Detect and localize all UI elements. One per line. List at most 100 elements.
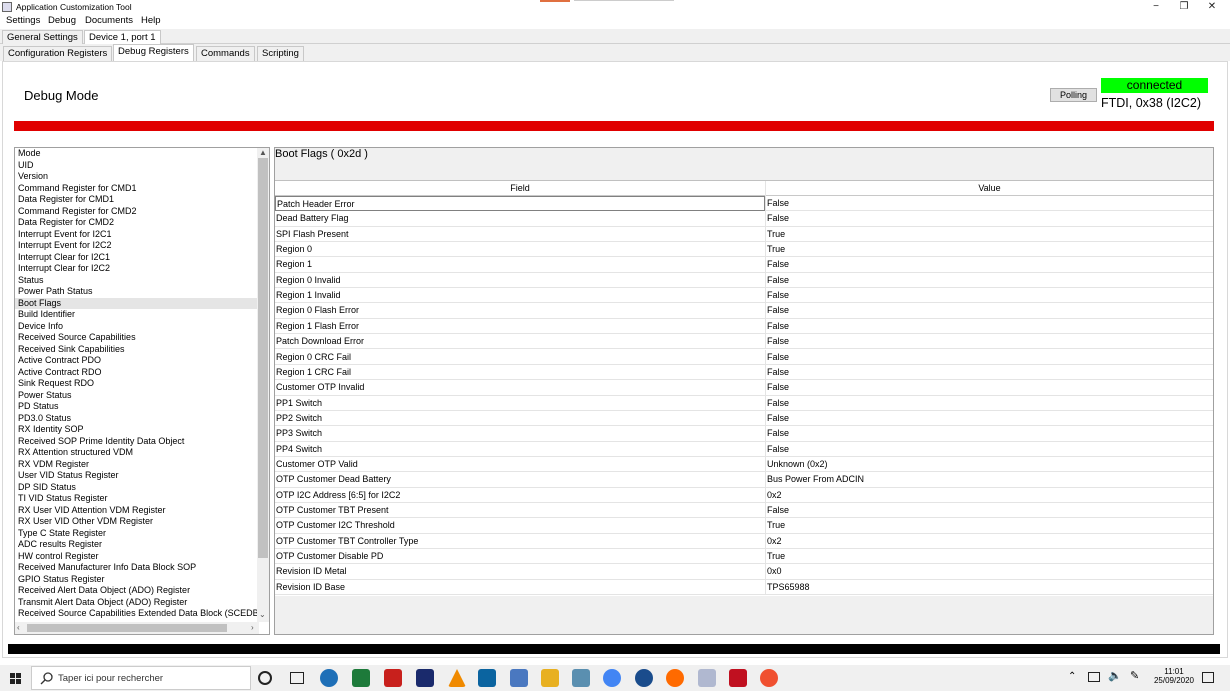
value-cell[interactable]: False <box>765 364 1213 380</box>
register-list-item[interactable]: Interrupt Clear for I2C2 <box>15 263 259 275</box>
value-cell[interactable]: True <box>765 242 1213 258</box>
value-cell[interactable]: Unknown (0x2) <box>765 456 1213 472</box>
tab-scripting[interactable]: Scripting <box>257 46 304 61</box>
register-list-item[interactable]: Build Identifier <box>15 309 259 321</box>
table-row[interactable]: Customer OTP Invalid False <box>275 380 1213 396</box>
value-cell[interactable]: True <box>765 549 1213 565</box>
cortana-icon[interactable] <box>258 671 272 685</box>
value-cell[interactable]: False <box>765 441 1213 457</box>
horizontal-scroll-thumb[interactable] <box>27 624 227 632</box>
field-cell[interactable]: Customer OTP Valid <box>275 457 765 472</box>
value-cell[interactable]: False <box>765 410 1213 426</box>
app-icon-6[interactable] <box>698 669 716 687</box>
register-list-item[interactable]: Received Manufacturer Info Data Block SO… <box>15 562 259 574</box>
field-cell[interactable]: OTP I2C Address [6:5] for I2C2 <box>275 488 765 503</box>
field-cell[interactable]: OTP Customer Disable PD <box>275 549 765 564</box>
vertical-scroll-thumb[interactable] <box>258 158 268 558</box>
value-cell[interactable]: False <box>765 303 1213 319</box>
network-icon[interactable] <box>1088 672 1100 682</box>
tab-debug-registers[interactable]: Debug Registers <box>113 44 194 61</box>
table-row[interactable]: OTP Customer TBT Present False <box>275 503 1213 519</box>
table-row[interactable]: OTP I2C Address [6:5] for I2C2 0x2 <box>275 487 1213 503</box>
value-cell[interactable]: False <box>765 334 1213 350</box>
table-row[interactable]: PP2 Switch False <box>275 410 1213 427</box>
register-list-item[interactable]: Received Source Capabilities <box>15 332 259 344</box>
field-cell[interactable]: Patch Header Error <box>275 196 765 211</box>
vlc-icon[interactable] <box>448 669 466 687</box>
register-list-item[interactable]: Sink Request RDO <box>15 378 259 390</box>
excel-icon[interactable] <box>352 669 370 687</box>
register-list-item[interactable]: Received Source Capabilities Extended Da… <box>15 608 259 620</box>
file-explorer-icon[interactable] <box>541 669 559 687</box>
table-row[interactable]: PP3 Switch False <box>275 426 1213 442</box>
register-list-item[interactable]: Boot Flags <box>15 297 259 309</box>
field-cell[interactable]: Region 1 Flash Error <box>275 319 765 334</box>
acrobat-icon[interactable] <box>384 669 402 687</box>
register-list-item[interactable]: Command Register for CMD1 <box>15 183 259 195</box>
value-cell[interactable]: False <box>765 349 1213 365</box>
table-row[interactable]: Region 1 Flash Error False <box>275 318 1213 335</box>
value-cell[interactable]: False <box>765 196 1213 211</box>
scroll-down-icon[interactable]: ⌄ <box>259 610 266 619</box>
register-list-item[interactable]: Type C State Register <box>15 528 259 540</box>
register-list-item[interactable]: PD Status <box>15 401 259 413</box>
value-cell[interactable]: False <box>765 272 1213 288</box>
matlab-icon[interactable] <box>416 669 434 687</box>
value-cell[interactable]: False <box>765 288 1213 304</box>
value-cell[interactable]: 0x2 <box>765 487 1213 503</box>
table-row[interactable]: Patch Download Error False <box>275 334 1213 350</box>
field-cell[interactable]: Region 0 Invalid <box>275 273 765 288</box>
field-cell[interactable]: Patch Download Error <box>275 334 765 349</box>
field-cell[interactable]: PP1 Switch <box>275 396 765 411</box>
register-list-item[interactable]: Interrupt Clear for I2C1 <box>15 252 259 264</box>
register-list-item[interactable]: Data Register for CMD1 <box>15 194 259 206</box>
tab-commands[interactable]: Commands <box>196 46 255 61</box>
register-list-item[interactable]: Power Status <box>15 390 259 402</box>
table-row[interactable]: Revision ID Metal 0x0 <box>275 564 1213 580</box>
table-row[interactable]: PP1 Switch False <box>275 395 1213 411</box>
app-icon-5[interactable] <box>635 669 653 687</box>
field-cell[interactable]: Revision ID Metal <box>275 564 765 579</box>
table-row[interactable]: Region 0 CRC Fail False <box>275 349 1213 365</box>
register-list-item[interactable]: User VID Status Register <box>15 470 259 482</box>
task-view-icon[interactable] <box>290 672 304 684</box>
register-list-item[interactable]: Status <box>15 275 259 287</box>
tab-device-1-port-1[interactable]: Device 1, port 1 <box>84 30 161 44</box>
register-list-item[interactable]: Command Register for CMD2 <box>15 206 259 218</box>
field-cell[interactable]: Region 0 Flash Error <box>275 303 765 318</box>
field-cell[interactable]: OTP Customer Dead Battery <box>275 472 765 487</box>
app-icon-1[interactable] <box>320 669 338 687</box>
register-list-item[interactable]: GPIO Status Register <box>15 574 259 586</box>
field-cell[interactable]: Revision ID Base <box>275 580 765 595</box>
register-list[interactable]: Mode UID Version Command Register for CMD1 D… <box>14 147 270 635</box>
table-row[interactable]: Region 0 True <box>275 242 1213 258</box>
register-list-item[interactable]: ADC results Register <box>15 539 259 551</box>
table-row[interactable]: Patch Header Error False <box>275 196 1213 212</box>
tray-clock[interactable]: 11:01 25/09/2020 <box>1150 667 1198 685</box>
menu-help[interactable]: Help <box>141 15 161 26</box>
value-cell[interactable]: False <box>765 318 1213 334</box>
vertical-scrollbar[interactable]: ▲ ⌄ <box>257 148 269 622</box>
menu-settings[interactable]: Settings <box>6 15 40 26</box>
value-cell[interactable]: False <box>765 426 1213 442</box>
chrome-icon[interactable] <box>603 669 621 687</box>
register-list-item[interactable]: Transmit Alert Data Object (ADO) Registe… <box>15 597 259 609</box>
close-button[interactable]: ✕ <box>1198 0 1226 14</box>
register-list-item[interactable]: Interrupt Event for I2C2 <box>15 240 259 252</box>
app-icon-3[interactable] <box>510 669 528 687</box>
field-cell[interactable]: Region 1 Invalid <box>275 288 765 303</box>
scroll-left-icon[interactable]: ‹ <box>17 623 20 632</box>
register-list-item[interactable]: Mode <box>15 148 259 160</box>
table-row[interactable]: Region 1 CRC Fail False <box>275 364 1213 381</box>
app-icon-2[interactable] <box>478 669 496 687</box>
register-list-item[interactable]: RX Identity SOP <box>15 424 259 436</box>
field-cell[interactable]: Dead Battery Flag <box>275 211 765 226</box>
field-cell[interactable]: PP4 Switch <box>275 442 765 457</box>
field-cell[interactable]: Region 0 <box>275 242 765 257</box>
taskbar-search-box[interactable]: Taper ici pour rechercher <box>31 666 251 690</box>
maximize-button[interactable]: ❐ <box>1170 0 1198 14</box>
horizontal-scrollbar[interactable]: ‹ › <box>15 622 259 634</box>
register-list-item[interactable]: RX Attention structured VDM <box>15 447 259 459</box>
table-row[interactable]: Revision ID Base TPS65988 <box>275 579 1213 596</box>
register-list-item[interactable]: Version <box>15 171 259 183</box>
